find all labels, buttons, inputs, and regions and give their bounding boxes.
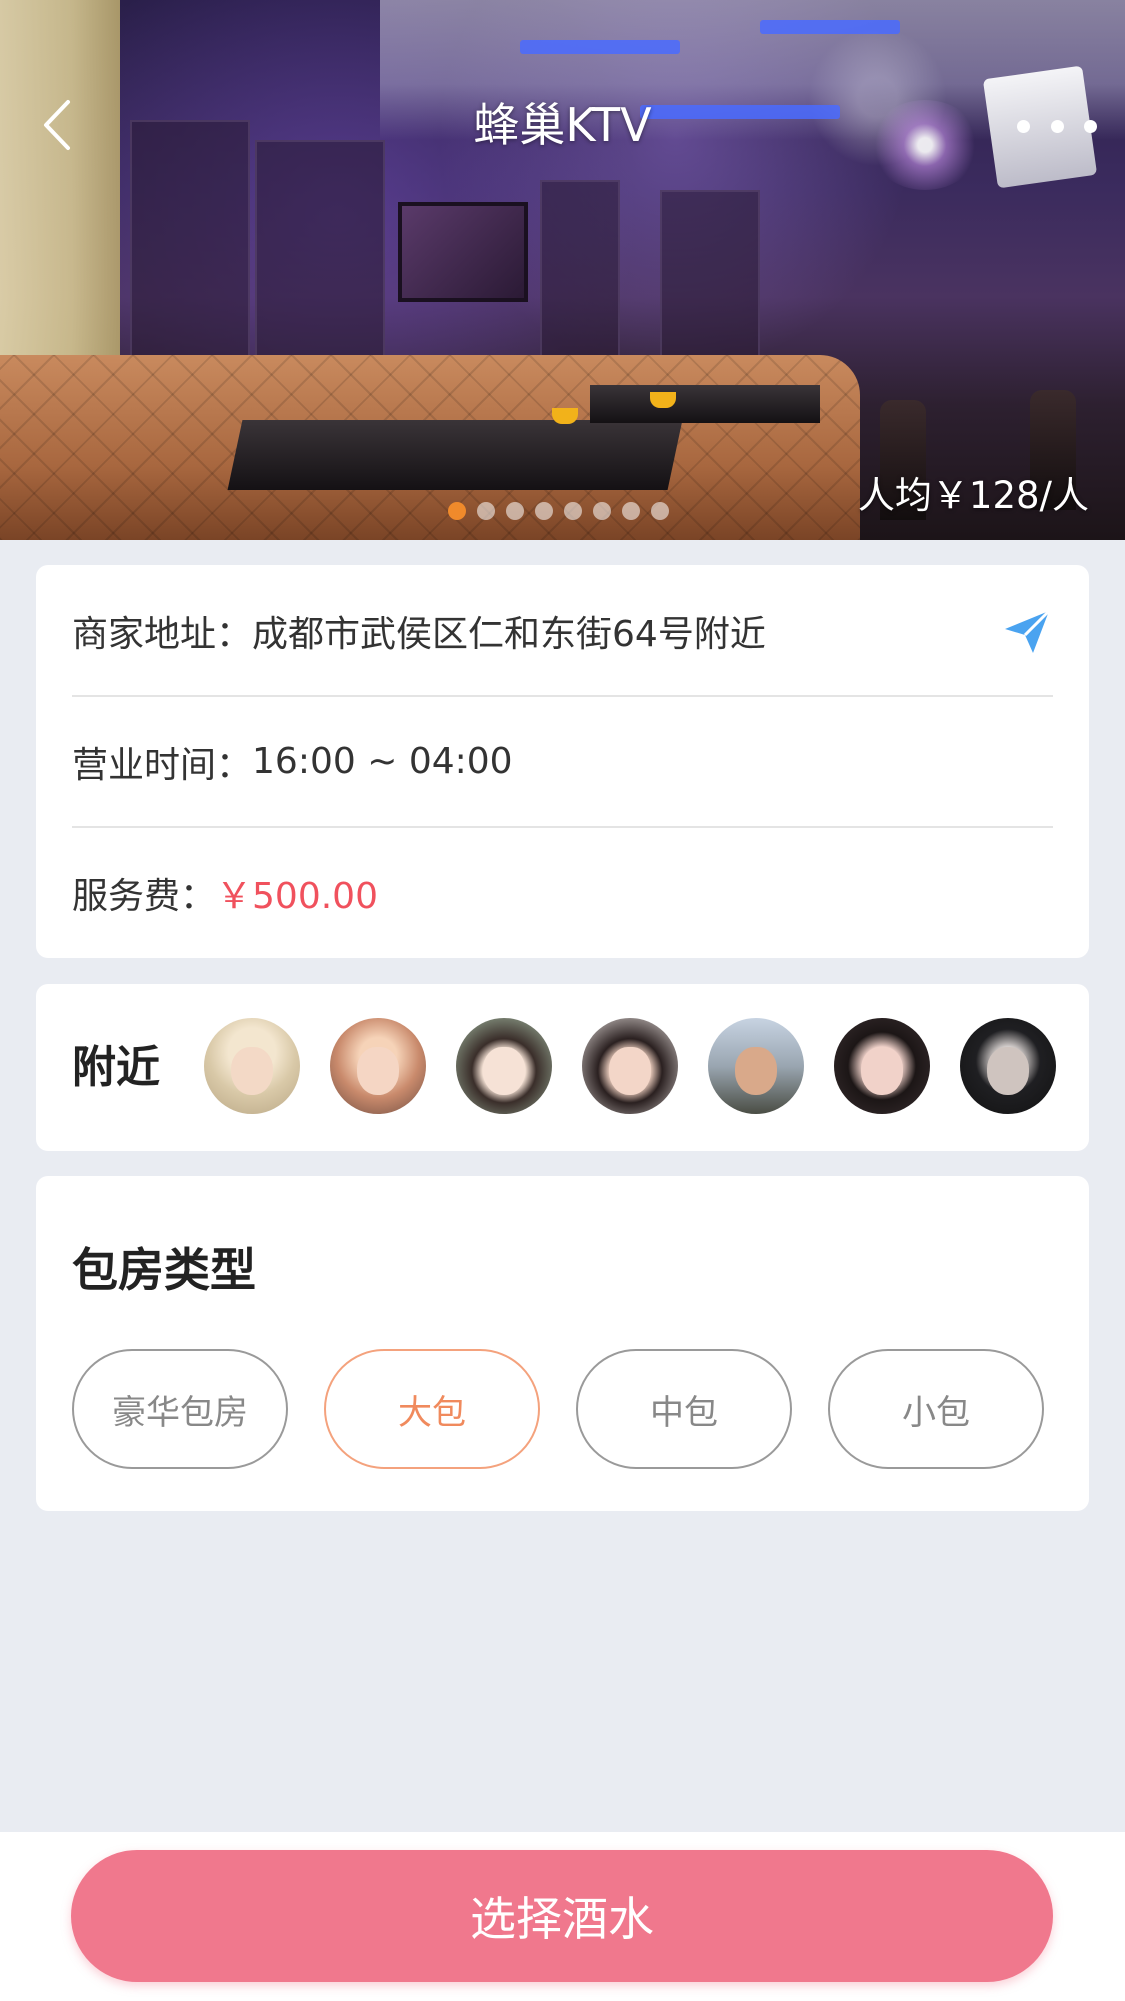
hero-photo-table [227,420,683,490]
avatar[interactable] [960,1018,1056,1114]
avatar[interactable] [204,1018,300,1114]
fee-value: ￥500.00 [216,875,378,917]
paper-plane-icon[interactable] [1001,605,1053,657]
avatar[interactable] [708,1018,804,1114]
carousel-dot[interactable] [651,502,669,520]
address-row[interactable]: 商家地址： 成都市武侯区仁和东街64号附近 [72,565,1053,696]
room-type-card: 包房类型 豪华包房 大包 中包 小包 [36,1176,1089,1511]
nearby-title: 附近 [72,1042,160,1093]
hours-value: 16:00 ~ 04:00 [252,741,513,782]
more-button[interactable] [1017,104,1097,148]
page-title: 蜂巢KTV [473,98,652,152]
hero-photo-cup [650,392,676,408]
hero-photo-table [590,385,820,423]
avatar[interactable] [330,1018,426,1114]
bottom-action-bar: 选择酒水 [0,1832,1125,2001]
room-option-deluxe[interactable]: 豪华包房 [72,1349,288,1469]
carousel-dot[interactable] [622,502,640,520]
room-type-title: 包房类型 [72,1243,256,1297]
more-dots-icon [1050,119,1064,133]
carousel-dot[interactable] [593,502,611,520]
carousel-dot-active[interactable] [448,502,466,520]
room-option-medium[interactable]: 中包 [576,1349,792,1469]
avatar[interactable] [582,1018,678,1114]
room-option-small[interactable]: 小包 [828,1349,1044,1469]
carousel-indicator [448,502,669,522]
avatar[interactable] [456,1018,552,1114]
address-value: 成都市武侯区仁和东街64号附近 [252,613,766,655]
fee-label: 服务费： [72,875,217,917]
address-label: 商家地址： [72,613,253,655]
room-option-large[interactable]: 大包 [324,1349,540,1469]
hero-photo-light [520,40,680,54]
room-type-options: 豪华包房 大包 中包 小包 [72,1349,1044,1469]
carousel-dot[interactable] [535,502,553,520]
hero-photo-tv [398,202,528,302]
hero-banner[interactable]: 蜂巢KTV 人均￥128/人 [0,0,1125,540]
hero-photo-panel [660,190,760,370]
service-fee-row: 服务费： ￥500.00 [72,827,1053,958]
select-drinks-button[interactable]: 选择酒水 [71,1850,1053,1982]
average-price: 人均￥128/人 [857,474,1089,517]
carousel-dot[interactable] [477,502,495,520]
business-hours-row: 营业时间： 16:00 ~ 04:00 [72,696,1053,827]
carousel-dot[interactable] [564,502,582,520]
carousel-dot[interactable] [506,502,524,520]
chevron-left-icon [44,100,70,150]
more-dots-icon [1017,119,1030,133]
nearby-card: 附近 [36,984,1089,1151]
hero-photo-light [760,20,900,34]
back-button[interactable] [30,98,84,152]
hours-label: 营业时间： [72,744,253,786]
avatar[interactable] [834,1018,930,1114]
more-dots-icon [1084,119,1097,133]
top-nav-bar: 蜂巢KTV [0,80,1125,170]
merchant-info-card: 商家地址： 成都市武侯区仁和东街64号附近 营业时间： 16:00 ~ 04:0… [36,565,1089,958]
hero-photo-cup [552,408,578,424]
hero-photo-panel [540,180,620,380]
nearby-avatar-list [204,1018,1056,1114]
